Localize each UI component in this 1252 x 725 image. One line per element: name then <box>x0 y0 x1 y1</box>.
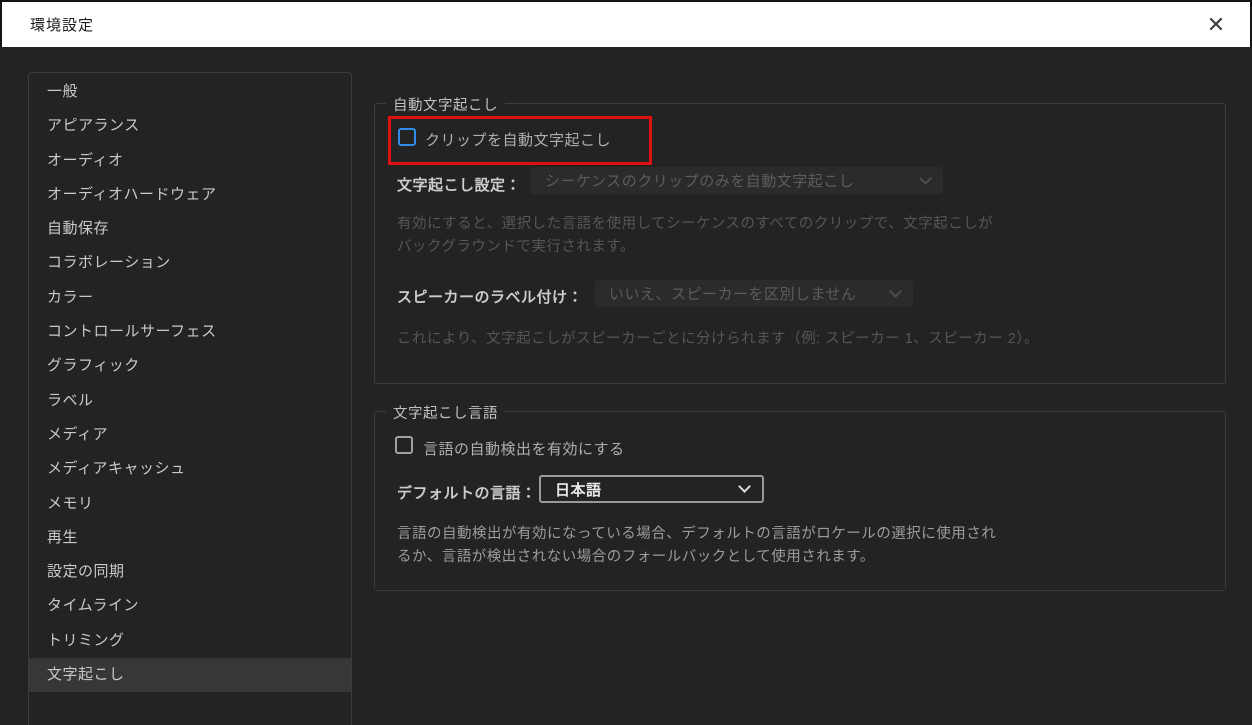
default-language-label: デフォルトの言語： <box>397 485 537 502</box>
default-language-select[interactable]: 日本語 <box>539 475 764 503</box>
speaker-labeling-label: スピーカーのラベル付け： <box>397 289 584 306</box>
speaker-labeling-description: これにより、文字起こしがスピーカーごとに分けられます（例: スピーカー 1、スピ… <box>397 331 1040 347</box>
sidebar-item-9[interactable]: ラベル <box>29 384 351 418</box>
auto-language-detect-label: 言語の自動検出を有効にする <box>423 441 625 458</box>
sidebar-item-14[interactable]: 設定の同期 <box>29 555 351 589</box>
chevron-down-icon <box>889 284 902 298</box>
auto-transcription-group: 自動文字起こし クリップを自動文字起こし 文字起こし設定： シーケンスのクリップ… <box>374 94 1226 384</box>
sidebar-item-12[interactable]: メモリ <box>29 487 351 521</box>
sidebar-item-17[interactable]: 文字起こし <box>29 658 351 693</box>
default-language-value: 日本語 <box>555 481 602 499</box>
transcription-setting-value: シーケンスのクリップのみを自動文字起こし <box>545 173 855 190</box>
dialog-body: 一般 アピアランス オーディオ オーディオハードウェア 自動保存 コラボレーション カラーコ… <box>0 47 1252 725</box>
sidebar-item-11[interactable]: メディアキャッシュ <box>29 452 351 486</box>
sidebar-item-0[interactable]: 一般 <box>29 75 351 109</box>
sidebar-item-13[interactable]: 再生 <box>29 521 351 555</box>
transcription-setting-select: シーケンスのクリップのみを自動文字起こし <box>531 167 943 194</box>
speaker-labeling-value: いいえ、スピーカーを区別しません <box>609 286 857 303</box>
chevron-down-icon <box>919 171 932 185</box>
sidebar-item-10[interactable]: メディア <box>29 418 351 452</box>
preferences-dialog: 環境設定 ✕ 一般 アピアランス オーディオ オーディオハードウェア 自動保存 コラボレー… <box>0 0 1252 725</box>
preferences-category-list: 一般 アピアランス オーディオ オーディオハードウェア 自動保存 コラボレーション カラーコ… <box>28 72 352 725</box>
auto-transcription-legend: 自動文字起こし <box>386 94 505 115</box>
auto-language-detect-checkbox[interactable] <box>395 436 413 454</box>
transcription-setting-label: 文字起こし設定： <box>397 177 522 194</box>
sidebar-item-2[interactable]: オーディオ <box>29 144 351 178</box>
sidebar-item-5[interactable]: コラボレーション <box>29 246 351 280</box>
sidebar-item-4[interactable]: 自動保存 <box>29 212 351 246</box>
sidebar-item-7[interactable]: コントロールサーフェス <box>29 315 351 349</box>
titlebar: 環境設定 ✕ <box>2 2 1250 47</box>
speaker-labeling-select: いいえ、スピーカーを区別しません <box>595 280 913 307</box>
sidebar-item-6[interactable]: カラー <box>29 281 351 315</box>
sidebar-item-16[interactable]: トリミング <box>29 624 351 658</box>
default-language-description: 言語の自動検出が有効になっている場合、デフォルトの言語がロケールの選択に使用され… <box>397 526 997 565</box>
sidebar-item-15[interactable]: タイムライン <box>29 589 351 623</box>
sidebar-item-8[interactable]: グラフィック <box>29 349 351 383</box>
transcription-language-group: 文字起こし言語 言語の自動検出を有効にする デフォルトの言語： 日本語 言語の自… <box>374 402 1226 591</box>
close-icon[interactable]: ✕ <box>1198 7 1234 43</box>
dialog-title: 環境設定 <box>30 17 95 34</box>
clip-auto-transcribe-label: クリップを自動文字起こし <box>425 132 612 149</box>
sidebar-item-3[interactable]: オーディオハードウェア <box>29 178 351 212</box>
chevron-down-icon <box>738 480 751 493</box>
transcription-language-legend: 文字起こし言語 <box>386 402 505 423</box>
clip-auto-transcribe-checkbox[interactable] <box>398 128 416 146</box>
sidebar-item-1[interactable]: アピアランス <box>29 109 351 143</box>
transcription-setting-description: 有効にすると、選択した言語を使用してシーケンスのすべてのクリップで、文字起こしが… <box>397 216 994 255</box>
